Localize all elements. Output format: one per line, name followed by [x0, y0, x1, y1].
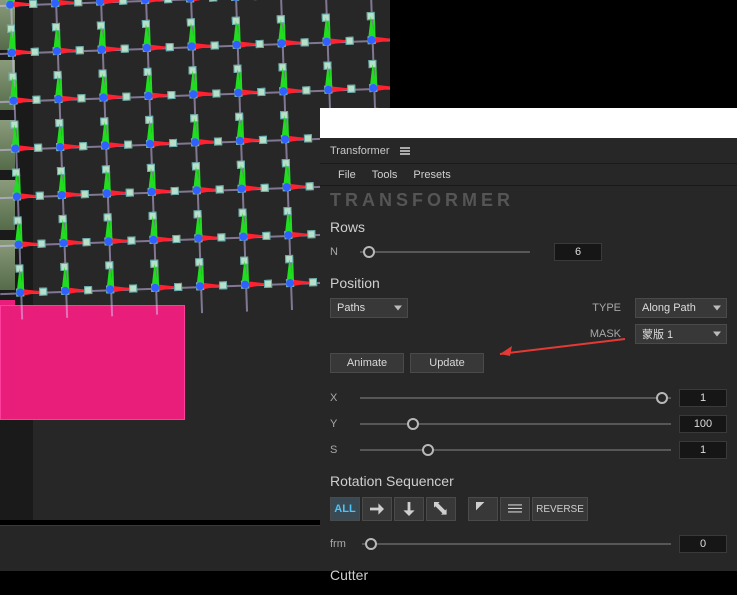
- y-input[interactable]: 100: [679, 415, 727, 433]
- all-button[interactable]: ALL: [330, 497, 360, 521]
- panel-menu-icon[interactable]: [400, 147, 410, 155]
- mask-dropdown[interactable]: 蒙版 1: [635, 324, 727, 344]
- menu-file[interactable]: File: [330, 166, 364, 184]
- y-label: Y: [330, 418, 352, 430]
- reverse-button[interactable]: REVERSE: [532, 497, 588, 521]
- corner-icon[interactable]: [468, 497, 498, 521]
- transformer-panel: Transformer File Tools Presets TRANSFORM…: [320, 138, 737, 571]
- rows-heading: Rows: [330, 217, 727, 241]
- y-slider[interactable]: [360, 417, 671, 431]
- position-heading: Position: [330, 273, 727, 297]
- n-input[interactable]: 6: [554, 243, 602, 261]
- x-slider[interactable]: [360, 391, 671, 405]
- arrow-down-icon[interactable]: [394, 497, 424, 521]
- frm-slider[interactable]: [362, 537, 671, 551]
- s-input[interactable]: 1: [679, 441, 727, 459]
- cutter-heading: Cutter: [330, 565, 727, 589]
- s-label: S: [330, 444, 352, 456]
- n-slider[interactable]: [360, 245, 530, 259]
- type-dropdown[interactable]: Along Path: [635, 298, 727, 318]
- type-label: TYPE: [587, 302, 627, 314]
- pink-layer[interactable]: [0, 305, 185, 420]
- x-label: X: [330, 392, 352, 404]
- frm-label: frm: [330, 538, 354, 550]
- paths-dropdown[interactable]: Paths: [330, 298, 408, 318]
- arrow-right-icon[interactable]: [362, 497, 392, 521]
- x-input[interactable]: 1: [679, 389, 727, 407]
- transformer-logo: TRANSFORMER: [320, 186, 737, 217]
- panel-title: Transformer: [330, 145, 390, 157]
- frm-input[interactable]: 0: [679, 535, 727, 553]
- update-button[interactable]: Update: [410, 353, 484, 373]
- menu-tools[interactable]: Tools: [364, 166, 406, 184]
- lines-icon[interactable]: [500, 497, 530, 521]
- animate-button[interactable]: Animate: [330, 353, 404, 373]
- arrow-diag-icon[interactable]: [426, 497, 456, 521]
- white-bar: [320, 108, 737, 138]
- rotseq-heading: Rotation Sequencer: [330, 471, 727, 495]
- n-label: N: [330, 246, 352, 258]
- mask-label: MASK: [587, 328, 627, 340]
- menu-presets[interactable]: Presets: [405, 166, 458, 184]
- s-slider[interactable]: [360, 443, 671, 457]
